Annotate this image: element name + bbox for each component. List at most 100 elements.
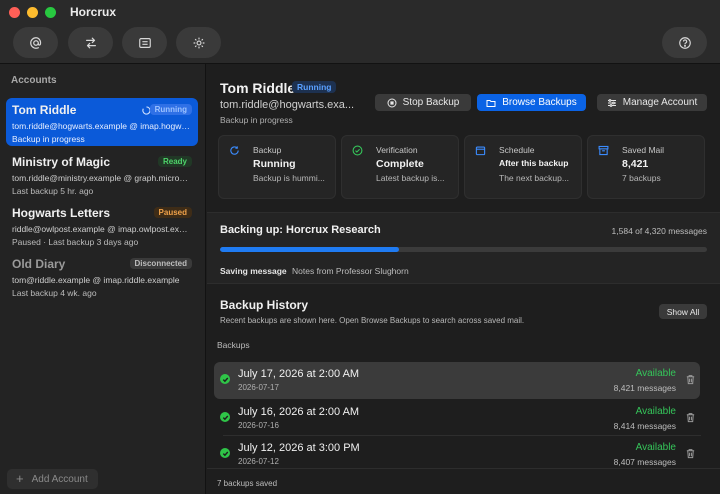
check-circle-icon [220,448,230,458]
history-title: Backup History [220,298,309,312]
browse-backups-button[interactable]: Browse Backups [477,94,586,111]
stop-icon [387,98,397,107]
backup-message-count: 8,421 messages [613,383,676,393]
check-circle-icon [220,412,230,422]
account-item-tom-riddle[interactable]: Tom Riddle tom.riddle@hogwarts.example @… [6,98,198,146]
help-toolbar-button[interactable] [662,27,707,58]
status-badge: Disconnected [129,258,192,269]
backup-iso-date: 2026-07-12 [238,457,279,466]
transfer-icon [85,37,96,48]
card-label: Saved Mail [622,145,665,155]
backup-date: July 12, 2026 at 3:00 PM [238,442,360,454]
account-item-old-diary[interactable]: Old Diary tom@riddle.example @ imap.ridd… [6,252,198,300]
check-circle-icon [352,145,363,156]
app-window: Horcrux Accounts Tom Riddle tom.riddle@h… [0,0,720,494]
status-badge: Running [149,104,192,115]
close-window-button[interactable] [9,6,20,18]
account-status-text: Last backup 5 hr. ago [12,186,94,196]
backup-iso-date: 2026-07-17 [238,383,279,392]
card-value: 8,421 [622,158,649,170]
account-email: tom.riddle@hogwarts.exa... [220,99,355,111]
calendar-icon [475,146,486,156]
card-value: Running [253,158,296,170]
page-title: Tom Riddle [220,80,296,96]
stop-backup-label: Stop Backup [402,97,460,108]
backup-status: Available [635,406,676,417]
window-controls [9,6,56,18]
backup-status: Available [635,442,676,453]
manage-account-button[interactable]: Manage Account [597,94,707,111]
help-icon [678,36,691,49]
saving-message-label: Saving message [220,266,287,276]
card-schedule: Schedule After this backup The next back… [464,135,582,199]
list-toolbar-button[interactable] [122,27,167,58]
account-state: Backup in progress [220,115,293,125]
status-badge: Running [292,81,337,93]
card-backup: Backup Running Backup is hummi... [218,135,336,199]
backup-message-count: 8,414 messages [613,421,676,431]
trash-icon[interactable] [685,448,696,459]
account-detail: tom.riddle@ministry.example @ graph.micr… [12,173,192,183]
trash-icon[interactable] [685,374,696,385]
refresh-icon [230,146,239,155]
settings-toolbar-button[interactable] [176,27,221,58]
account-item-hogwarts-letters[interactable]: Hogwarts Letters riddle@owlpost.example … [6,201,198,249]
progress-count: 1,584 of 4,320 messages [611,226,707,236]
backup-date: July 17, 2026 at 2:00 AM [238,368,360,380]
minimize-window-button[interactable] [27,6,38,18]
manage-account-label: Manage Account [622,97,698,108]
app-title: Horcrux [70,5,117,19]
list-icon [138,37,151,48]
account-status-text: Paused · Last backup 3 days ago [12,237,139,247]
stop-backup-button[interactable]: Stop Backup [375,94,471,111]
card-note: 7 backups [622,173,661,183]
account-detail: riddle@owlpost.example @ imap.owlpost.ex… [12,224,192,234]
backups-count: 7 backups saved [217,479,278,488]
sliders-icon [607,98,616,107]
backup-status: Available [635,368,676,379]
backup-row[interactable]: July 17, 2026 at 2:00 AM 2026-07-17 Avai… [214,362,700,399]
card-value: Complete [376,158,424,170]
card-verification: Verification Complete Latest backup is..… [341,135,459,199]
account-detail-pane: Tom Riddle Running tom.riddle@hogwarts.e… [207,64,720,494]
backup-progress-section: Backing up: Horcrux Research 1,584 of 4,… [207,212,720,284]
card-label: Verification [376,145,418,155]
sidebar: Accounts Tom Riddle tom.riddle@hogwarts.… [0,64,206,494]
show-all-button[interactable]: Show All [659,304,707,319]
account-detail: tom@riddle.example @ imap.riddle.example [12,275,180,285]
folder-icon [486,99,496,107]
progress-bar [220,247,707,252]
zoom-window-button[interactable] [45,6,56,18]
account-item-ministry-of-magic[interactable]: Ministry of Magic tom.riddle@ministry.ex… [6,150,198,198]
archive-icon [598,145,609,156]
history-description: Recent backups are shown here. Open Brow… [220,316,525,325]
card-saved-mail: Saved Mail 8,421 7 backups [587,135,705,199]
check-circle-icon [220,374,230,384]
toolbar [0,24,720,64]
sidebar-header: Accounts [11,75,57,86]
transfer-toolbar-button[interactable] [68,27,113,58]
browse-backups-label: Browse Backups [502,97,577,108]
backups-section-label: Backups [217,340,250,350]
account-status-text: Last backup 4 wk. ago [12,288,97,298]
account-detail: tom.riddle@hogwarts.example @ imap.hogwa… [12,121,192,131]
card-label: Backup [253,145,282,155]
accounts-toolbar-button[interactable] [13,27,58,58]
backup-date: July 16, 2026 at 2:00 AM [238,406,360,418]
history-footer: 7 backups saved [207,468,720,494]
progress-bar-fill [220,247,399,252]
backup-message-count: 8,407 messages [613,457,676,467]
saving-message-value: Notes from Professor Slughorn [292,266,409,276]
status-badge: Ready [157,156,192,167]
card-note: Latest backup is... [376,173,445,183]
card-note: The next backup... [499,173,569,183]
card-note: Backup is hummi... [253,173,325,183]
trash-icon[interactable] [685,412,696,423]
progress-title: Backing up: Horcrux Research [220,224,381,236]
at-icon [29,36,41,49]
backup-row[interactable]: July 16, 2026 at 2:00 AM 2026-07-16 Avai… [214,400,700,437]
add-account-label: Add Account [31,473,88,485]
add-account-button[interactable]: + Add Account [7,469,98,489]
account-status-text: Backup in progress [12,134,85,144]
plus-icon: + [16,471,24,486]
